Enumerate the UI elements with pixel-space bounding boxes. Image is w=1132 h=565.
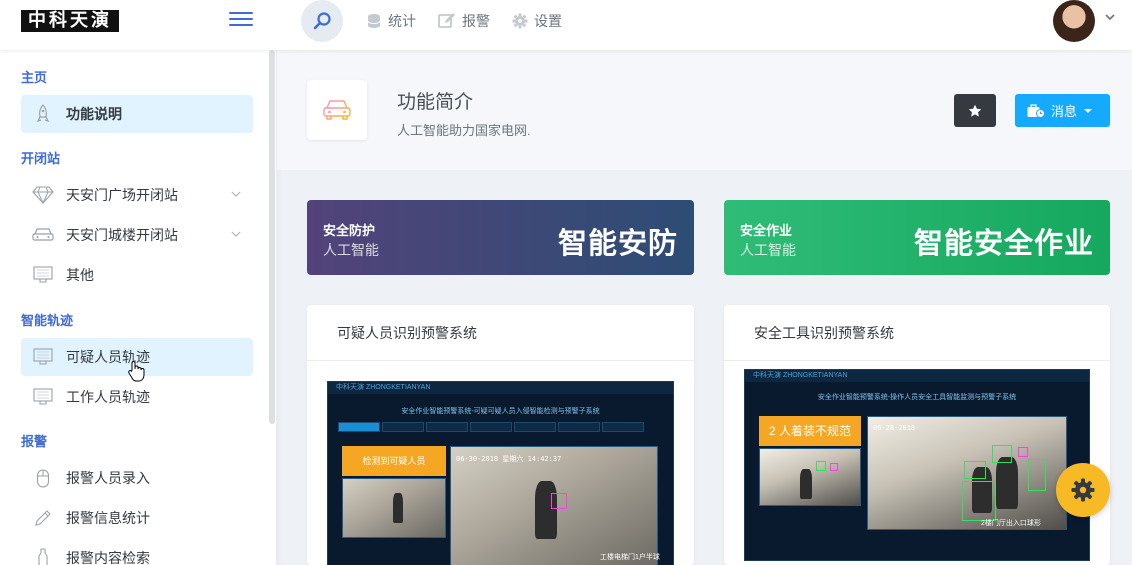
nav-stats[interactable]: 统计	[366, 10, 416, 32]
card-suspect-detection: 可疑人员识别预警系统 中科天演 ZHONGKETIANYAN 安全作业智能预警系…	[307, 305, 694, 565]
sidebar-item-feature-intro[interactable]: 功能说明	[21, 95, 253, 133]
chevron-down-icon	[231, 191, 241, 197]
sidebar-item-label: 报警信息统计	[66, 510, 150, 526]
screen-alert: 检测到可疑人员	[342, 446, 446, 476]
system-screenshot: 中科天演 ZHONGKETIANYAN 安全作业智能预警系统-操作人员安全工具智…	[744, 369, 1090, 561]
business-time-icon	[1027, 103, 1045, 118]
card-title: 安全工具识别预警系统	[724, 305, 1110, 361]
banner-title: 安全作业	[740, 223, 793, 238]
card-tool-detection: 安全工具识别预警系统 中科天演 ZHONGKETIANYAN 安全作业智能预警系…	[724, 305, 1110, 565]
sidebar-item-label: 报警人员录入	[66, 470, 150, 486]
pen-icon	[35, 510, 51, 526]
nav-alarm[interactable]: 报警	[438, 10, 490, 32]
mouse-icon	[36, 469, 50, 488]
menu-toggle-button[interactable]	[229, 12, 253, 28]
star-icon	[968, 104, 982, 117]
favorite-button[interactable]	[954, 94, 996, 127]
database-icon	[367, 14, 381, 28]
banner-subtitle: 人工智能	[323, 242, 379, 258]
title-icon-box	[307, 80, 367, 140]
page-title: 功能简介	[397, 92, 474, 113]
chevron-down-icon	[231, 231, 241, 237]
search-button[interactable]	[301, 0, 343, 42]
edit-icon	[438, 13, 455, 28]
sidebar: 主页 功能说明 开闭站 天安门广场开闭站 天安门城楼开闭站 其他 智能轨迹 可疑…	[0, 50, 276, 565]
sidebar-item-label: 天安门广场开闭站	[66, 187, 178, 203]
chevron-down-icon[interactable]	[1104, 12, 1116, 22]
top-header: 中科天演 统计 报警 设置	[0, 0, 1132, 50]
sidebar-item-label: 工作人员轨迹	[66, 389, 150, 405]
banner-headline: 智能安全作业	[913, 228, 1094, 260]
sidebar-heading-tracks: 智能轨迹	[21, 313, 74, 328]
car-icon	[32, 228, 54, 241]
banner-title: 安全防护	[323, 223, 376, 238]
page-title-bar: 功能简介 人工智能助力国家电网. 消息	[277, 50, 1132, 170]
camera-view	[342, 478, 446, 538]
car-icon	[323, 100, 351, 120]
diamond-icon	[32, 186, 54, 204]
main-content: 功能简介 人工智能助力国家电网. 消息 安全防护 人工智能 智能安防 安全作业 …	[277, 50, 1132, 565]
sidebar-item-label: 天安门城楼开闭站	[66, 227, 178, 243]
banner-security[interactable]: 安全防护 人工智能 智能安防	[307, 200, 694, 275]
camera-view	[759, 448, 861, 506]
sidebar-item-label: 功能说明	[66, 106, 122, 122]
card-title: 可疑人员识别预警系统	[307, 305, 694, 361]
sidebar-heading-home: 主页	[21, 70, 48, 85]
monitor-icon	[33, 266, 53, 283]
sidebar-item-label: 其他	[66, 267, 94, 283]
nav-alarm-label: 报警	[462, 13, 490, 29]
sidebar-item-staff-tracks[interactable]: 工作人员轨迹	[21, 378, 253, 416]
screen-caption: 工楼电梯门1户半球	[600, 554, 660, 561]
nav-settings[interactable]: 设置	[512, 10, 562, 32]
top-nav: 统计 报警 设置	[366, 10, 584, 32]
sidebar-item-alarm-search[interactable]: 报警内容检索	[21, 539, 253, 565]
screen-alert: 2 人着装不规范	[759, 416, 861, 446]
banner-headline: 智能安防	[557, 228, 678, 260]
banner-safe-operation[interactable]: 安全作业 人工智能 智能安全作业	[724, 200, 1110, 275]
messages-dropdown-button[interactable]: 消息	[1015, 94, 1110, 127]
sidebar-heading-stations: 开闭站	[21, 151, 61, 166]
user-avatar[interactable]	[1053, 0, 1095, 42]
search-icon	[313, 12, 331, 30]
screen-brand: 中科天演 ZHONGKETIANYAN	[745, 370, 1089, 382]
system-screenshot: 中科天演 ZHONGKETIANYAN 安全作业智能预警系统-可疑可疑人员入侵智…	[327, 381, 674, 565]
sidebar-item-square-station[interactable]: 天安门广场开闭站	[21, 176, 253, 214]
screen-brand: 中科天演 ZHONGKETIANYAN	[328, 382, 673, 394]
camera-view	[867, 416, 1067, 530]
nav-stats-label: 统计	[388, 13, 416, 29]
sidebar-item-label: 报警内容检索	[66, 550, 150, 565]
messages-label: 消息	[1050, 104, 1077, 119]
caret-down-icon	[1084, 108, 1092, 113]
sidebar-item-alarm-stats[interactable]: 报警信息统计	[21, 499, 253, 537]
sidebar-item-other[interactable]: 其他	[21, 256, 253, 294]
gear-icon	[512, 13, 528, 29]
bottle-icon	[38, 548, 48, 565]
banner-subtitle: 人工智能	[740, 242, 796, 258]
screen-system-title: 安全作业智能预警系统-可疑可疑人员入侵智能检测与预警子系统	[401, 408, 600, 415]
hamburger-line	[229, 18, 253, 20]
hamburger-line	[229, 12, 253, 14]
screen-tabs	[338, 422, 646, 432]
page-subtitle: 人工智能助力国家电网.	[397, 123, 531, 138]
hamburger-line	[229, 24, 253, 26]
screen-caption: 2楼门厅出入口球形	[981, 520, 1041, 527]
monitor-icon	[33, 348, 53, 365]
rocket-icon	[36, 104, 50, 123]
nav-settings-label: 设置	[534, 13, 562, 29]
sidebar-item-tower-station[interactable]: 天安门城楼开闭站	[21, 216, 253, 254]
logo: 中科天演	[21, 10, 119, 32]
monitor-icon	[33, 388, 53, 405]
sidebar-item-alarm-entry[interactable]: 报警人员录入	[21, 459, 253, 497]
screen-timestamp: 06-30-2018 星期六 14:42:37	[456, 455, 562, 463]
gear-icon	[1071, 478, 1095, 502]
sidebar-heading-alarm: 报警	[21, 434, 48, 449]
sidebar-scrollbar[interactable]	[269, 50, 275, 424]
screen-system-title: 安全作业智能预警系统-操作人员安全工具智能监测与预警子系统	[817, 394, 1017, 401]
settings-fab-button[interactable]	[1056, 463, 1110, 517]
screen-timestamp: 06-28-2018	[873, 424, 916, 432]
